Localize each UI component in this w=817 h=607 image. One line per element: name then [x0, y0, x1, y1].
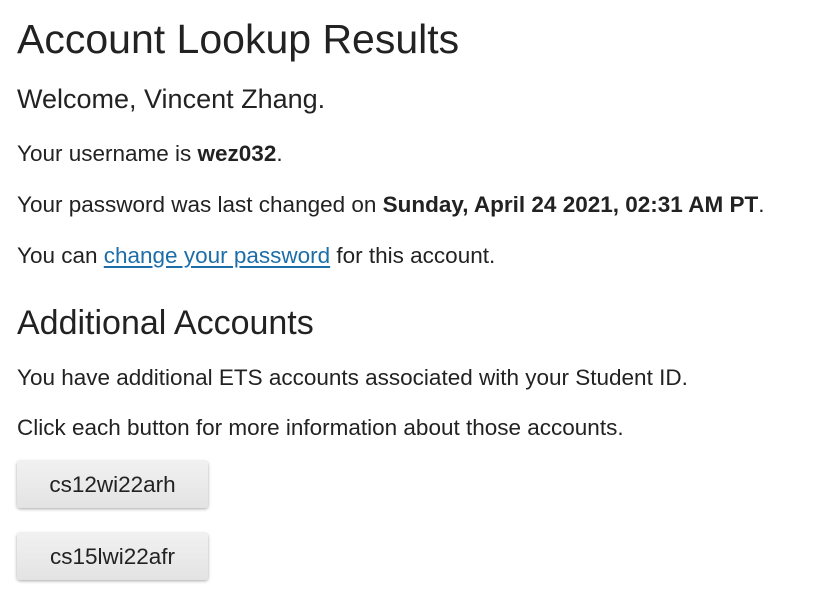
- username-value: wez032: [197, 141, 277, 166]
- welcome-message: Welcome, Vincent Zhang.: [17, 84, 326, 114]
- account-button-cs12wi22arh[interactable]: cs12wi22arh: [17, 461, 208, 508]
- change-password-link[interactable]: change your password: [104, 243, 330, 268]
- password-changed-date: Sunday, April 24 2021, 02:31 AM PT: [382, 192, 759, 217]
- additional-accounts-intro: You have additional ETS accounts associa…: [17, 365, 688, 390]
- username-prefix: Your username is: [17, 141, 198, 166]
- password-suffix: .: [758, 192, 765, 217]
- change-suffix: for this account.: [330, 243, 496, 268]
- password-changed-line: Your password was last changed on Sunday…: [17, 190, 764, 220]
- additional-accounts-instruction: Click each button for more information a…: [17, 415, 624, 440]
- password-prefix: Your password was last changed on: [17, 192, 383, 217]
- additional-accounts-heading: Additional Accounts: [17, 304, 314, 342]
- change-prefix: You can: [17, 243, 104, 268]
- username-suffix: .: [276, 141, 283, 166]
- username-line: Your username is wez032.: [17, 139, 283, 169]
- account-button-cs15lwi22afr[interactable]: cs15lwi22afr: [17, 533, 208, 580]
- change-password-line: You can change your password for this ac…: [17, 241, 495, 271]
- page-title: Account Lookup Results: [17, 16, 460, 62]
